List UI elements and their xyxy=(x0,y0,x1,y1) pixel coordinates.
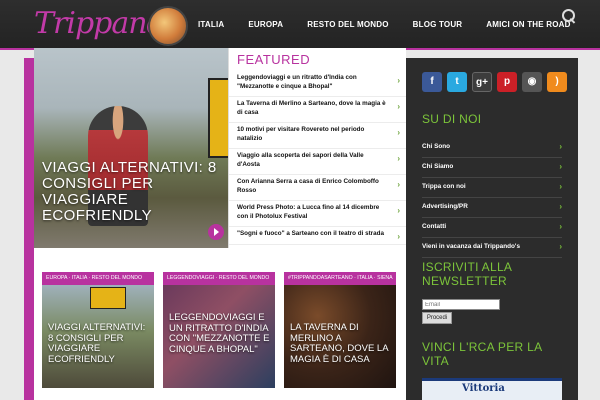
post-card[interactable]: EUROPA · ITALIA · RESTO DEL MONDO VIAGGI… xyxy=(42,272,154,388)
chevron-right-icon: › xyxy=(397,154,400,163)
sidebar-link[interactable]: Advertising/PR › xyxy=(422,198,562,218)
nav-blog-tour[interactable]: BLOG TOUR xyxy=(401,20,475,29)
featured-item[interactable]: World Press Photo: a Lucca fino al 14 di… xyxy=(229,201,406,227)
facebook-icon[interactable]: f xyxy=(422,72,442,92)
chevron-right-icon: › xyxy=(397,206,400,215)
logo-mascot-image xyxy=(148,6,188,46)
chevron-right-icon: › xyxy=(397,76,400,85)
su-di-noi-heading: SU DI NOI xyxy=(422,112,482,126)
chevron-right-icon: › xyxy=(559,162,562,171)
sidebar: f t g+ p ◉ ) SU DI NOI Chi Sono › Chi Sia… xyxy=(406,58,578,400)
featured-item[interactable]: 10 motivi per visitare Rovereto nel peri… xyxy=(229,123,406,149)
nav-europa[interactable]: EUROPA xyxy=(236,20,295,29)
main-nav: ITALIA EUROPA RESTO DEL MONDO BLOG TOUR … xyxy=(186,0,583,48)
card-thumbnail: LEGGENDOVIAGGI E UN RITRATTO D'INDIA CON… xyxy=(163,285,275,388)
sidebar-link[interactable]: Contatti › xyxy=(422,218,562,238)
slider-next-button[interactable] xyxy=(208,224,224,240)
rca-heading: VINCI L'RCA PER LA VITA xyxy=(422,340,542,368)
main-content: VIAGGI ALTERNATIVI: 8 CONSIGLI PER VIAGG… xyxy=(24,48,406,400)
newsletter-submit-button[interactable]: Procedi xyxy=(422,312,452,324)
twitter-icon[interactable]: t xyxy=(447,72,467,92)
about-links: Chi Sono › Chi Siamo › Trippa con noi › Adv… xyxy=(422,138,562,258)
chevron-right-icon: › xyxy=(559,242,562,251)
featured-item[interactable]: Con Arianna Serra a casa di Enrico Colom… xyxy=(229,175,406,201)
sidebar-link[interactable]: Chi Sono › xyxy=(422,138,562,158)
chevron-right-icon: › xyxy=(397,232,400,241)
chevron-right-icon: › xyxy=(397,180,400,189)
email-field[interactable] xyxy=(422,299,500,310)
google-plus-icon[interactable]: g+ xyxy=(472,72,492,92)
chevron-right-icon: › xyxy=(559,182,562,191)
chevron-right-icon: › xyxy=(559,222,562,231)
featured-item[interactable]: "Sogni e fuoco" a Sarteano con il teatro… xyxy=(229,227,406,245)
featured-item[interactable]: La Taverna di Merlino a Sarteano, dove l… xyxy=(229,97,406,123)
card-category[interactable]: LEGGENDOVIAGGI · RESTO DEL MONDO xyxy=(163,272,275,285)
nav-resto-del-mondo[interactable]: RESTO DEL MONDO xyxy=(295,20,400,29)
newsletter-heading: ISCRIVITI ALLA NEWSLETTER xyxy=(422,260,512,288)
pinterest-icon[interactable]: p xyxy=(497,72,517,92)
card-title[interactable]: LA TAVERNA DI MERLINO A SARTEANO, DOVE L… xyxy=(290,322,392,365)
ad-logo-text: Vittoria xyxy=(462,383,505,394)
chevron-right-icon: › xyxy=(559,142,562,151)
featured-heading: FEATURED xyxy=(237,52,311,67)
post-card[interactable]: #TRIPPANDOASARTEANO · ITALIA · SIENA LA … xyxy=(284,272,396,388)
featured-item[interactable]: Viaggio alla scoperta dei sapori della V… xyxy=(229,149,406,175)
road-sign-image xyxy=(208,78,228,158)
chevron-right-icon: › xyxy=(559,202,562,211)
featured-slider[interactable]: VIAGGI ALTERNATIVI: 8 CONSIGLI PER VIAGG… xyxy=(34,48,228,248)
social-links: f t g+ p ◉ ) xyxy=(422,72,567,92)
nav-italia[interactable]: ITALIA xyxy=(186,20,236,29)
site-header: Trippando ITALIA EUROPA RESTO DEL MONDO … xyxy=(0,0,600,50)
post-card[interactable]: LEGGENDOVIAGGI · RESTO DEL MONDO LEGGEND… xyxy=(163,272,275,388)
sidebar-link[interactable]: Chi Siamo › xyxy=(422,158,562,178)
card-title[interactable]: LEGGENDOVIAGGI E UN RITRATTO D'INDIA CON… xyxy=(169,312,271,355)
slide-title[interactable]: VIAGGI ALTERNATIVI: 8 CONSIGLI PER VIAGG… xyxy=(42,160,222,224)
sidebar-link[interactable]: Trippa con noi › xyxy=(422,178,562,198)
sidebar-link[interactable]: Vieni in vacanza dai Trippando's › xyxy=(422,238,562,258)
chevron-right-icon: › xyxy=(397,128,400,137)
chevron-right-icon: › xyxy=(397,102,400,111)
featured-item[interactable]: Leggendoviaggi e un ritratto d'India con… xyxy=(229,71,406,97)
search-icon[interactable] xyxy=(562,9,576,23)
card-category[interactable]: EUROPA · ITALIA · RESTO DEL MONDO xyxy=(42,272,154,285)
card-title[interactable]: VIAGGI ALTERNATIVI: 8 CONSIGLI PER VIAGG… xyxy=(48,322,150,365)
featured-list: FEATURED Leggendoviaggi e un ritratto d'… xyxy=(228,48,406,248)
instagram-icon[interactable]: ◉ xyxy=(522,72,542,92)
card-category[interactable]: #TRIPPANDOASARTEANO · ITALIA · SIENA xyxy=(284,272,396,285)
rss-icon[interactable]: ) xyxy=(547,72,567,92)
card-thumbnail: VIAGGI ALTERNATIVI: 8 CONSIGLI PER VIAGG… xyxy=(42,285,154,388)
vittoria-ad-banner[interactable]: Vittoria xyxy=(422,378,562,400)
card-thumbnail: LA TAVERNA DI MERLINO A SARTEANO, DOVE L… xyxy=(284,285,396,388)
